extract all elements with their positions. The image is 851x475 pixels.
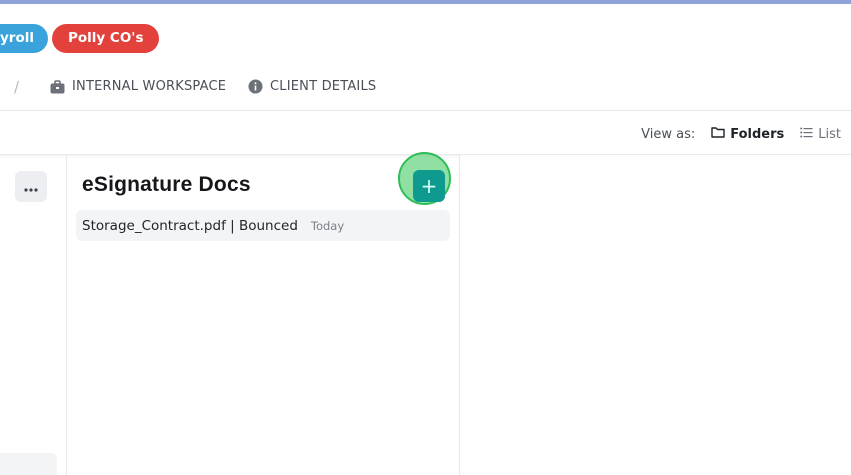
view-folders-label: Folders bbox=[730, 126, 785, 142]
file-date: Today bbox=[310, 218, 345, 233]
breadcrumb-separator: / bbox=[14, 78, 20, 96]
more-horizontal-icon bbox=[24, 177, 38, 196]
nav-divider bbox=[0, 110, 851, 111]
detail-panel bbox=[460, 155, 851, 475]
list-icon bbox=[800, 127, 813, 142]
info-icon bbox=[248, 79, 263, 94]
file-list-item[interactable]: Storage_Contract.pdf | Bounced Today bbox=[76, 210, 450, 241]
more-options-button[interactable] bbox=[15, 171, 47, 202]
tab-internal-workspace-label: INTERNAL WORKSPACE bbox=[72, 79, 227, 94]
tab-internal-workspace[interactable]: INTERNAL WORKSPACE bbox=[50, 79, 226, 94]
left-list-item[interactable] bbox=[0, 453, 57, 475]
briefcase-icon bbox=[50, 79, 65, 94]
top-accent-bar bbox=[0, 0, 851, 4]
plus-icon: + bbox=[420, 174, 438, 198]
view-folders-option[interactable]: Folders bbox=[711, 126, 784, 142]
view-list-option[interactable]: List bbox=[800, 127, 841, 142]
tab-client-details[interactable]: CLIENT DETAILS bbox=[248, 79, 376, 94]
polly-cos-chip[interactable]: Polly CO's bbox=[52, 24, 160, 53]
workspace-nav: / INTERNAL WORKSPACE CLIENT DETAILS bbox=[0, 78, 851, 98]
view-as-toggle: View as: Folders List bbox=[641, 125, 841, 143]
folder-icon bbox=[711, 126, 725, 142]
panel-title: eSignature Docs bbox=[82, 173, 251, 196]
view-as-label: View as: bbox=[641, 126, 696, 142]
left-column bbox=[0, 155, 67, 475]
tab-client-details-label: CLIENT DETAILS bbox=[270, 79, 377, 94]
view-list-label: List bbox=[818, 126, 841, 142]
add-document-button[interactable]: + bbox=[413, 170, 445, 202]
folder-panel: eSignature Docs + Storage_Contract.pdf |… bbox=[67, 152, 460, 475]
file-name: Storage_Contract.pdf | Bounced bbox=[82, 217, 298, 234]
payroll-chip[interactable]: yroll bbox=[0, 24, 48, 53]
